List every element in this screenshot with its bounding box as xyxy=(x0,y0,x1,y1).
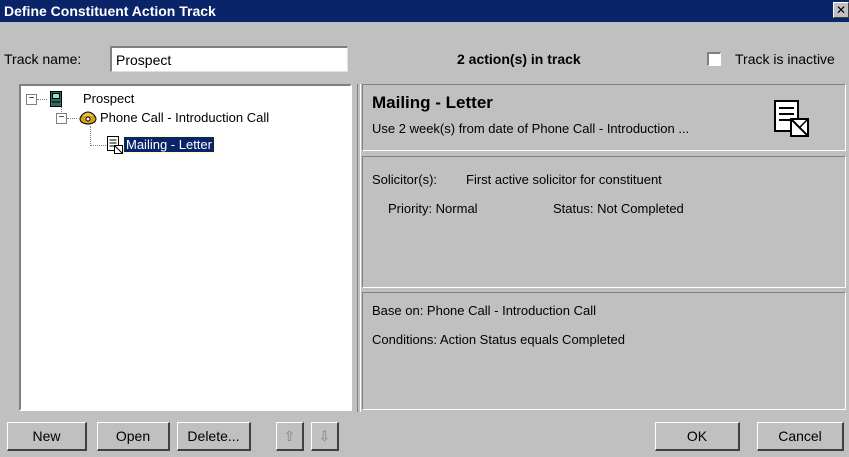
ok-button[interactable]: OK xyxy=(655,422,740,451)
status-text: Status: Not Completed xyxy=(553,201,684,216)
collapse-toggle-phone-call[interactable]: − xyxy=(56,113,67,124)
action-count-text: 2 action(s) in track xyxy=(457,51,581,67)
move-up-button[interactable]: ⇧ xyxy=(276,422,304,451)
cancel-button[interactable]: Cancel xyxy=(757,422,844,451)
action-header-panel: Mailing - Letter Use 2 week(s) from date… xyxy=(362,84,846,151)
tree-item-prospect[interactable]: Prospect xyxy=(83,91,134,106)
title-bar: Define Constituent Action Track ✕ xyxy=(0,0,849,22)
open-button[interactable]: Open xyxy=(97,422,170,451)
letter-icon xyxy=(107,136,123,157)
collapse-toggle-root[interactable]: − xyxy=(26,94,37,105)
solicitor-value: First active solicitor for constituent xyxy=(466,172,662,187)
conditions-text: Conditions: Action Status equals Complet… xyxy=(372,332,625,347)
solicitor-label: Solicitor(s): xyxy=(372,172,438,187)
arrow-up-icon: ⇧ xyxy=(283,428,296,444)
tree-item-mailing-letter[interactable]: Mailing - Letter xyxy=(123,136,215,153)
splitter[interactable] xyxy=(357,84,361,412)
move-down-button[interactable]: ⇩ xyxy=(311,422,339,451)
track-name-label: Track name: xyxy=(4,51,82,67)
track-name-input[interactable] xyxy=(110,46,348,72)
track-inactive-checkbox[interactable] xyxy=(707,52,721,66)
letter-icon xyxy=(774,100,810,141)
tree-item-phone-call[interactable]: Phone Call - Introduction Call xyxy=(100,110,269,125)
phone-icon xyxy=(78,108,98,129)
action-description: Use 2 week(s) from date of Phone Call - … xyxy=(372,121,690,136)
conditions-panel: Base on: Phone Call - Introduction Call … xyxy=(362,292,846,410)
priority-text: Priority: Normal xyxy=(388,201,478,216)
notebook-icon xyxy=(50,91,62,110)
track-inactive-label[interactable]: Track is inactive xyxy=(735,51,835,67)
base-on-text: Base on: Phone Call - Introduction Call xyxy=(372,303,597,318)
arrow-down-icon: ⇩ xyxy=(318,428,331,444)
action-title: Mailing - Letter xyxy=(372,93,493,112)
action-tree[interactable]: − Prospect − Phone Call - Introduction C… xyxy=(19,84,352,411)
solicitor-panel: Solicitor(s): First active solicitor for… xyxy=(362,156,846,288)
new-button[interactable]: New xyxy=(7,422,87,451)
delete-button[interactable]: Delete... xyxy=(177,422,251,451)
window-title: Define Constituent Action Track xyxy=(4,3,216,19)
close-icon[interactable]: ✕ xyxy=(833,2,849,18)
